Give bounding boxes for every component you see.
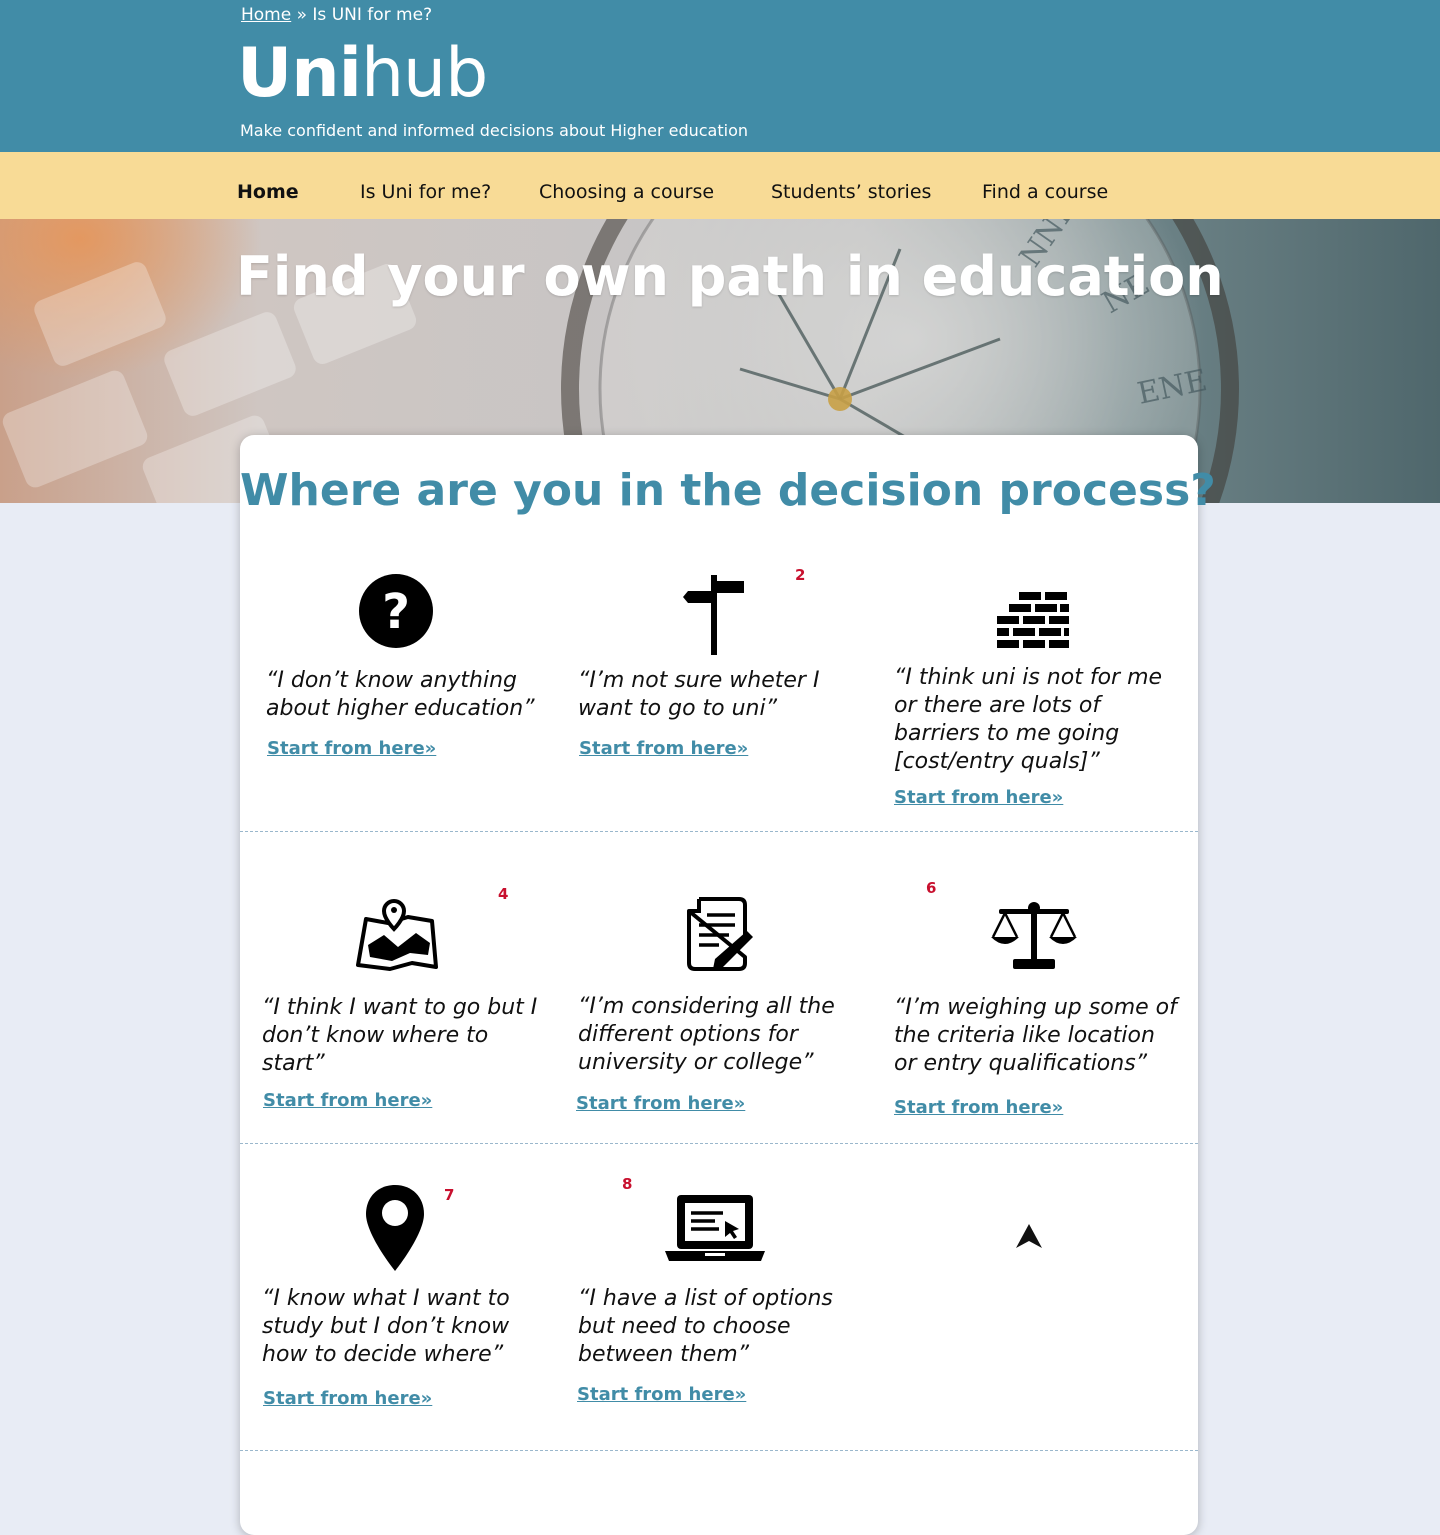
decision-card-title: Where are you in the decision process?	[240, 465, 1216, 516]
decision-process-card: Where are you in the decision process? ?…	[240, 435, 1216, 1535]
row-divider-2	[240, 1143, 1198, 1144]
svg-text:?: ?	[382, 584, 410, 640]
start-from-here-link-8[interactable]: Start from here»	[577, 1384, 746, 1405]
option-marker-8: 8	[622, 1175, 633, 1193]
option-marker-6: 6	[926, 879, 937, 897]
nav-item-find-a-course[interactable]: Find a course	[982, 180, 1108, 204]
laptop-icon[interactable]	[665, 1193, 765, 1267]
start-from-here-link-4[interactable]: Start from here»	[263, 1090, 432, 1111]
breadcrumb-separator: »	[291, 5, 313, 25]
option-quote-2: “I’m not sure wheter I want to go to uni…	[578, 668, 820, 721]
mouse-pointer-icon	[1016, 1224, 1042, 1252]
start-from-here-link-5[interactable]: Start from here»	[576, 1093, 745, 1114]
logo-bold-part: Uni	[237, 34, 362, 113]
nav-item-home[interactable]: Home	[237, 180, 299, 204]
start-from-here-link-1[interactable]: Start from here»	[267, 738, 436, 759]
option-quote-1: “I don’t know anything about higher educ…	[266, 668, 535, 721]
logo-light-part: hub	[360, 34, 488, 113]
map-icon[interactable]	[354, 895, 438, 975]
option-marker-2: 2	[795, 566, 806, 584]
option-quote-6: “I’m weighing up some of the criteria li…	[894, 995, 1177, 1076]
nav-item-is-uni-for-me[interactable]: Is Uni for me?	[360, 180, 491, 204]
scales-icon[interactable]	[991, 901, 1077, 973]
location-pin-icon[interactable]	[364, 1183, 426, 1277]
document-edit-icon[interactable]	[685, 895, 755, 975]
signpost-icon[interactable]	[682, 575, 746, 659]
start-from-here-link-2[interactable]: Start from here»	[579, 738, 748, 759]
breadcrumb: Home » Is UNI for me?	[241, 5, 432, 25]
main-nav: Home Is Uni for me? Choosing a course St…	[0, 152, 1440, 219]
question-icon[interactable]: ?	[358, 573, 434, 653]
start-from-here-link-6[interactable]: Start from here»	[894, 1097, 1063, 1118]
option-quote-8: “I have a list of options but need to ch…	[578, 1286, 833, 1367]
breadcrumb-current: Is UNI for me?	[312, 5, 433, 25]
start-from-here-link-3[interactable]: Start from here»	[894, 787, 1063, 808]
nav-item-choosing-a-course[interactable]: Choosing a course	[539, 180, 714, 204]
start-from-here-link-7[interactable]: Start from here»	[263, 1388, 432, 1409]
breadcrumb-home-link[interactable]: Home	[241, 5, 291, 25]
option-marker-7: 7	[444, 1186, 455, 1204]
site-header: Home » Is UNI for me? Unihub Make confid…	[0, 0, 1440, 152]
brick-wall-icon[interactable]	[997, 592, 1069, 654]
nav-item-students-stories[interactable]: Students’ stories	[771, 180, 931, 204]
site-tagline: Make confident and informed decisions ab…	[240, 121, 748, 140]
option-quote-4: “I think I want to go but I don’t know w…	[262, 995, 538, 1076]
option-quote-5: “I’m considering all the different optio…	[578, 994, 835, 1075]
option-marker-4: 4	[498, 885, 509, 903]
site-logo[interactable]: Unihub	[237, 34, 488, 114]
row-divider-1	[240, 831, 1198, 832]
option-quote-7: “I know what I want to study but I don’t…	[262, 1286, 510, 1367]
hero-title: Find your own path in education	[236, 245, 1224, 308]
row-divider-3	[240, 1450, 1198, 1451]
option-quote-3: “I think uni is not for me or there are …	[894, 665, 1163, 774]
